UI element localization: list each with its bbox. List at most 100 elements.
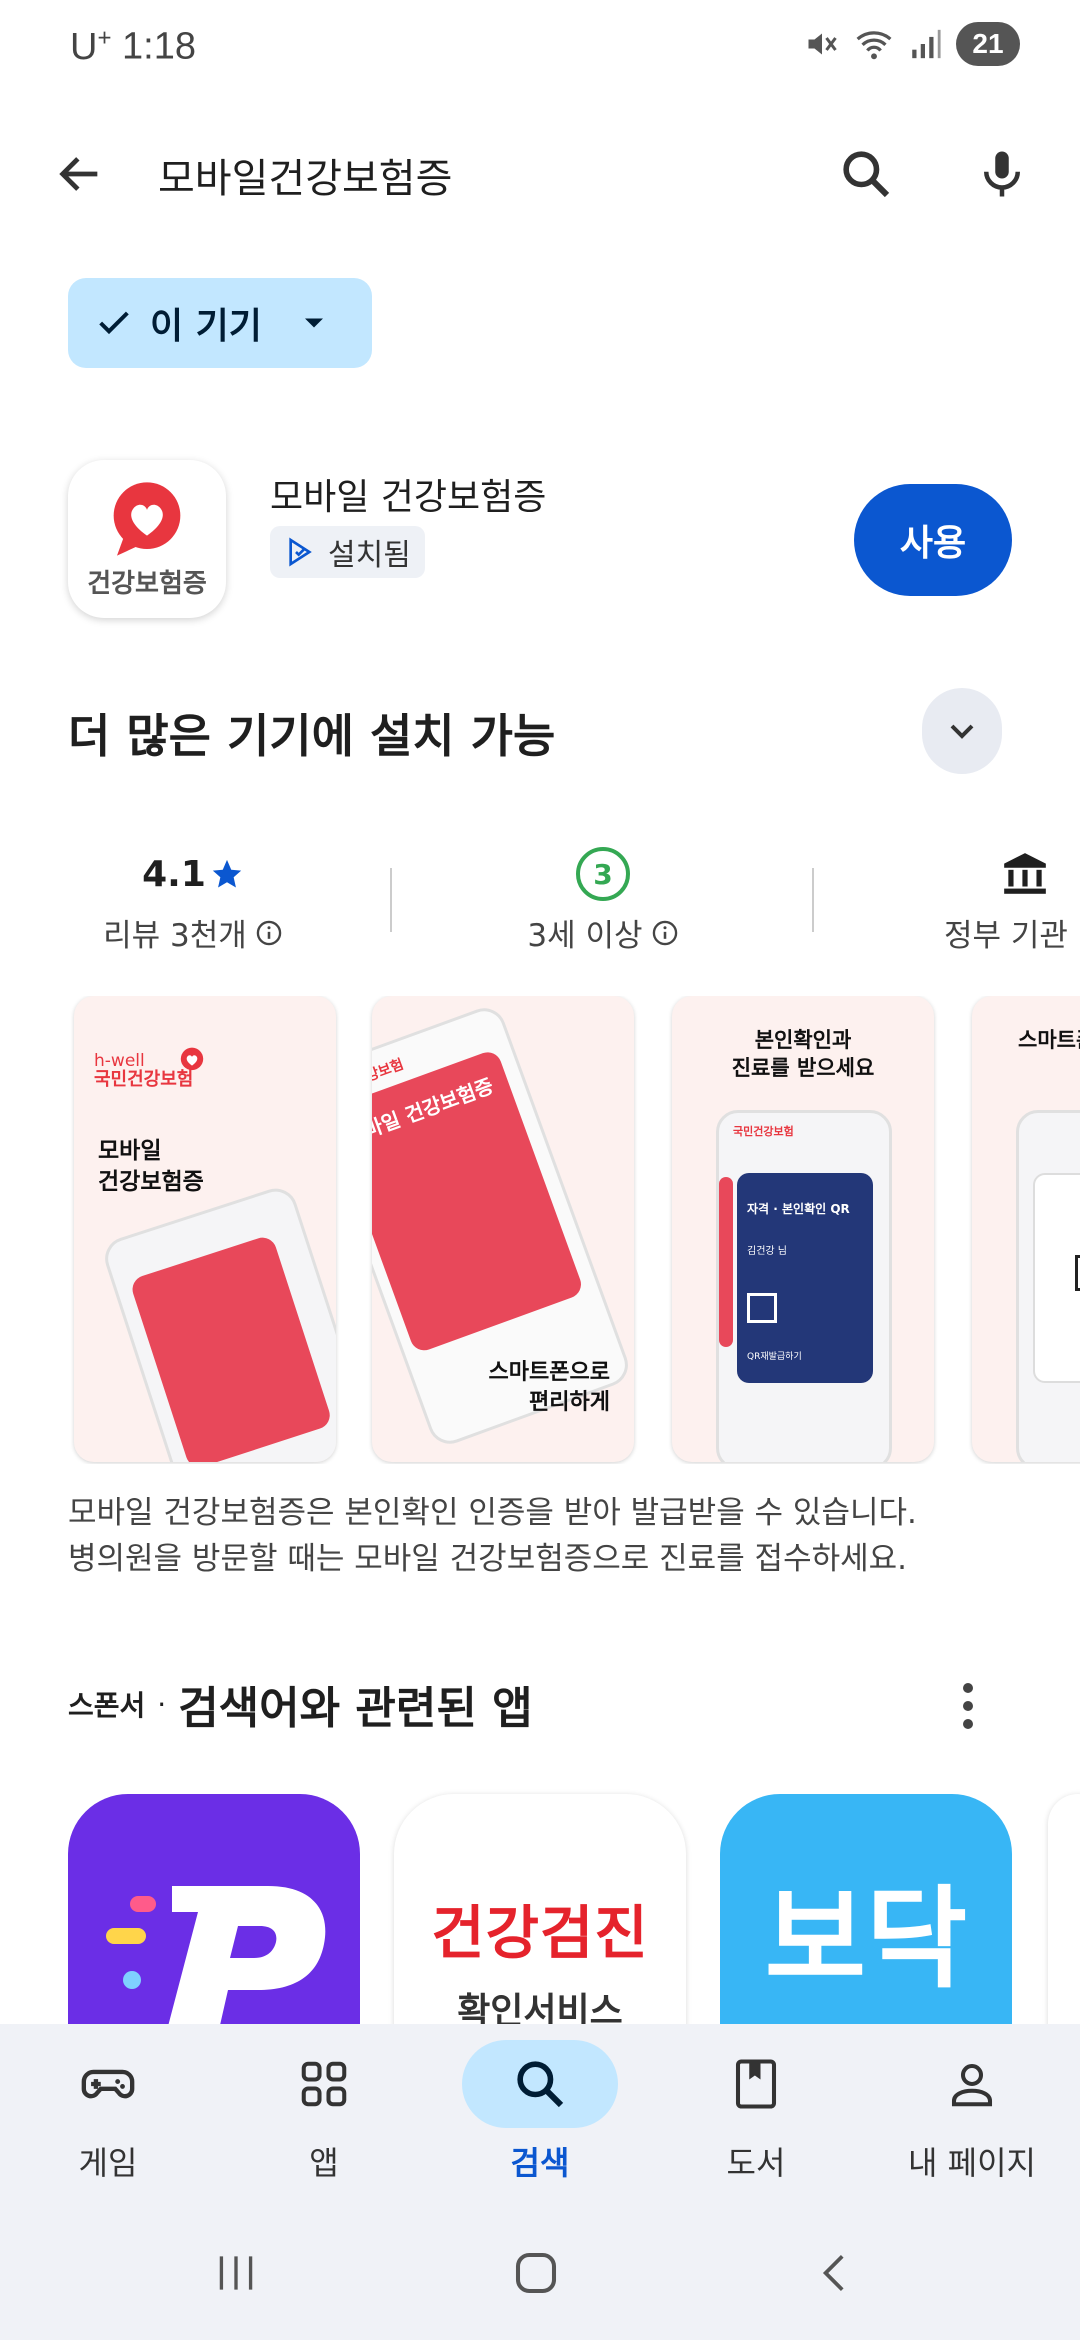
shot-header: 스마트폰 — [1018, 1028, 1080, 1052]
screenshot-1[interactable]: h-well 국민건강보험 모바일 건강보험증 — [74, 996, 336, 1462]
qr-card — [1033, 1173, 1080, 1383]
stat-divider — [812, 868, 814, 932]
qr-card-title: 자격 · 본인확인 QR — [747, 1202, 850, 1216]
qr-card: 자격 · 본인확인 QR 김건강 님 QR재발급하기 — [737, 1173, 873, 1383]
nav-mypage[interactable]: 내 페이지 — [872, 2040, 1072, 2200]
government-icon — [1004, 853, 1046, 894]
kebab-dot — [963, 1701, 973, 1711]
screenshot-2[interactable]: 국민건강보험 모바일 건강보험증 스마트폰으로 편리하게 — [372, 996, 634, 1462]
app-name[interactable]: 모바일 건강보험증 — [270, 468, 546, 520]
recents-button[interactable] — [186, 2238, 286, 2308]
expand-devices-button[interactable] — [922, 688, 1002, 774]
app-description: 모바일 건강보험증은 본인확인 인증을 받아 발급받을 수 있습니다. 병의원을… — [68, 1490, 917, 1582]
related-app-2-title: 건강검진 — [431, 1899, 649, 1967]
signal-icon — [908, 27, 942, 61]
bottom-navigation: 게임 앱 검색 도서 내 페이지 — [0, 2024, 1080, 2204]
related-app-3[interactable]: 보닥 — [720, 1794, 1012, 2034]
wifi-icon — [854, 26, 894, 62]
related-app-1[interactable] — [68, 1794, 360, 2034]
kebab-dot — [963, 1683, 973, 1693]
screenshot-carousel[interactable]: h-well 국민건강보험 모바일 건강보험증 국민건강보험 모바일 건강보험증… — [0, 996, 1080, 1464]
qr-code — [1075, 1255, 1080, 1291]
chevron-down-icon — [950, 724, 974, 739]
description-line-2: 병의원을 방문할 때는 모바일 건강보험증으로 진료를 접수하세요. — [68, 1541, 908, 1577]
clock: 1:18 — [122, 25, 196, 68]
search-bar: 모바일건강보험증 — [0, 110, 1080, 230]
book-icon — [735, 2059, 777, 2109]
search-query[interactable]: 모바일건강보험증 — [158, 146, 452, 204]
play-installed-icon — [289, 537, 312, 567]
age-label: 3세 이상 — [527, 918, 643, 954]
health-card: 모바일 건강보험증 — [372, 1048, 585, 1355]
screenshot-3[interactable]: 본인확인과 진료를 받으세요 국민건강보험 자격 · 본인확인 QR 김건강 님… — [672, 996, 934, 1462]
rating-value: 4.1 — [142, 853, 206, 895]
installed-label: 설치됨 — [328, 538, 411, 573]
chip-label: 이 기기 — [150, 306, 262, 347]
home-button[interactable] — [486, 2238, 586, 2308]
health-card — [128, 1234, 334, 1462]
related-app-2[interactable]: 건강검진 확인서비스 — [394, 1794, 686, 2034]
dropdown-arrow-icon — [304, 318, 323, 328]
system-back-button[interactable] — [786, 2238, 886, 2308]
qr-card-button: QR재발급하기 — [747, 1352, 802, 1362]
description-line-1: 모바일 건강보험증은 본인확인 인증을 받아 발급받을 수 있습니다. — [68, 1495, 917, 1531]
info-icon — [652, 920, 677, 945]
person-icon — [951, 2063, 993, 2107]
reviews-count: 리뷰 3천개 — [103, 918, 247, 954]
back-button[interactable] — [40, 134, 120, 214]
sponsored-tag: 스폰서 — [68, 1689, 146, 1722]
kebab-dot — [963, 1719, 973, 1729]
qr-code — [747, 1293, 777, 1323]
nav-games[interactable]: 게임 — [8, 2040, 208, 2200]
search-button[interactable] — [826, 134, 906, 214]
more-devices-title: 더 많은 기기에 설치 가능 — [68, 709, 556, 763]
check-icon — [99, 311, 129, 335]
sponsored-title: 검색어와 관련된 앱 — [178, 1683, 533, 1734]
status-right: 21 — [804, 22, 1020, 66]
carrier: U+ — [70, 24, 112, 68]
category-stat[interactable]: 정부 기관 — [930, 848, 1080, 958]
open-app-button[interactable]: 사용 — [854, 484, 1012, 596]
sponsored-header: 스폰서 · 검색어와 관련된 앱 — [68, 1672, 533, 1736]
mute-icon — [804, 26, 840, 62]
qr-card-name: 김건강 님 — [747, 1246, 787, 1257]
recents-icon — [219, 2256, 253, 2290]
screenshot-4[interactable]: 스마트폰 — [972, 996, 1080, 1462]
search-icon — [843, 151, 890, 198]
p-logo-icon — [106, 1886, 326, 2034]
nav-apps[interactable]: 앱 — [224, 2040, 424, 2200]
phone-mockup — [1016, 1110, 1080, 1462]
nav-mypage-label: 내 페이지 — [908, 2144, 1036, 2182]
phone-mockup: 국민건강보험 자격 · 본인확인 QR 김건강 님 QR재발급하기 — [716, 1110, 892, 1462]
device-filter-chip[interactable]: 이 기기 — [68, 278, 372, 368]
arrow-back-icon — [59, 157, 98, 191]
status-left: U+ 1:18 — [70, 24, 196, 69]
nav-apps-label: 앱 — [309, 2144, 339, 2182]
shot-title: 모바일 건강보험증 — [98, 1138, 204, 1196]
search-icon — [517, 2061, 564, 2108]
system-navigation — [0, 2204, 1080, 2340]
nav-books-label: 도서 — [726, 2144, 786, 2182]
mic-icon — [984, 151, 1020, 197]
home-icon — [515, 2252, 557, 2294]
nav-games-label: 게임 — [78, 2144, 138, 2182]
voice-search-button[interactable] — [962, 134, 1042, 214]
info-icon — [256, 920, 282, 945]
separator-dot: · — [157, 1687, 167, 1721]
stat-divider — [390, 868, 392, 932]
back-chevron-icon — [822, 2255, 844, 2291]
related-app-4[interactable] — [1048, 1794, 1080, 2034]
age-rating-stat[interactable]: 3 3세 이상 — [478, 847, 728, 958]
nav-books[interactable]: 도서 — [656, 2040, 856, 2200]
more-options-button[interactable] — [946, 1674, 990, 1738]
nav-search[interactable]: 검색 — [440, 2040, 640, 2200]
status-bar: U+ 1:18 21 — [0, 0, 1080, 96]
apps-grid-icon — [301, 2061, 347, 2107]
category-label: 정부 기관 — [944, 918, 1068, 954]
gamepad-icon — [81, 2069, 135, 2099]
age-badge: 3 — [576, 847, 630, 901]
app-icon[interactable]: 건강보험증 — [68, 460, 226, 618]
app-stats: 4.1 리뷰 3천개 3 3세 이상 정부 기관 — [0, 847, 1080, 958]
rating-stat[interactable]: 4.1 리뷰 3천개 — [68, 848, 318, 958]
card-title: 모바일 건강보험증 — [372, 1073, 497, 1149]
